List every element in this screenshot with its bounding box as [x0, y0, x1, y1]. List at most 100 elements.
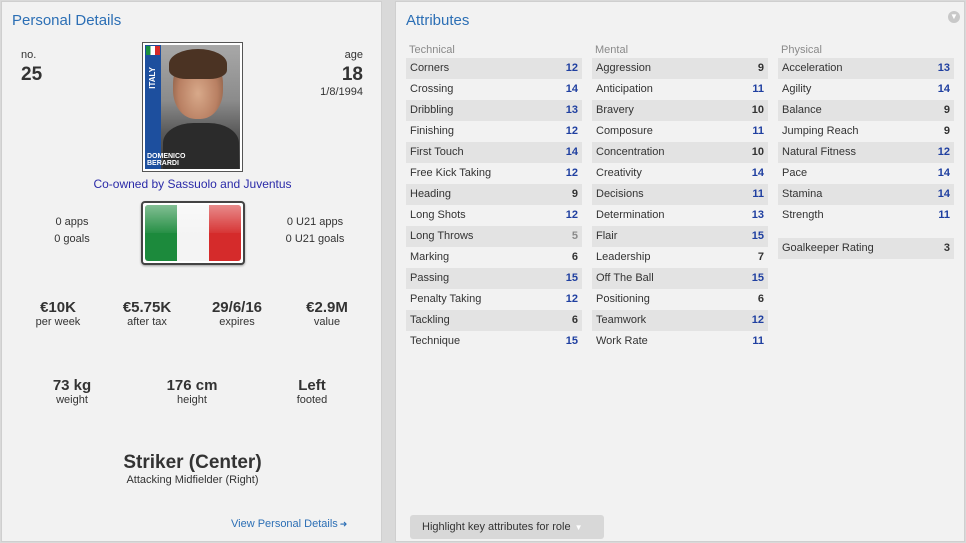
- attribute-row[interactable]: Anticipation 11: [592, 79, 768, 100]
- attribute-value: 11: [752, 188, 764, 200]
- attribute-row[interactable]: First Touch 14: [406, 142, 582, 163]
- attribute-value: 10: [751, 104, 764, 116]
- attribute-name: Composure: [596, 125, 653, 137]
- view-personal-details-link[interactable]: View Personal Details ➜: [231, 518, 347, 530]
- attribute-value: 12: [565, 62, 578, 74]
- attribute-row[interactable]: Tackling 6: [406, 310, 582, 331]
- mental-heading: Mental: [595, 44, 629, 56]
- attribute-value: 15: [751, 230, 764, 242]
- attribute-name: Tackling: [410, 314, 450, 326]
- technical-column: Technical Corners 12 Crossing 14 Dribbling 13…: [406, 42, 582, 352]
- attribute-value: 5: [571, 230, 578, 242]
- personal-details-panel: Personal Details no. 25 age 18 1/8/1994 …: [1, 1, 382, 542]
- attribute-row[interactable]: Aggression 9: [592, 58, 768, 79]
- attribute-name: Natural Fitness: [782, 146, 856, 158]
- attribute-name: Anticipation: [596, 83, 653, 95]
- goalkeeper-rating-value: 3: [943, 242, 950, 254]
- attribute-value: 11: [752, 125, 764, 137]
- secondary-position: Attacking Midfielder (Right): [126, 474, 259, 486]
- attribute-row[interactable]: Crossing 14: [406, 79, 582, 100]
- attribute-name: Determination: [596, 209, 665, 221]
- attribute-name: Creativity: [596, 167, 642, 179]
- number-label: no.: [21, 49, 37, 61]
- attribute-row[interactable]: Jumping Reach 9: [778, 121, 954, 142]
- attribute-row[interactable]: Off The Ball 15: [592, 268, 768, 289]
- attribute-value: 6: [757, 293, 764, 305]
- attribute-value: 14: [565, 146, 578, 158]
- attribute-name: Decisions: [596, 188, 644, 200]
- attribute-row[interactable]: Teamwork 12: [592, 310, 768, 331]
- physical-column: Physical Acceleration 13 Agility 14 Balance 9…: [778, 42, 954, 259]
- attribute-row[interactable]: Marking 6: [406, 247, 582, 268]
- attribute-row[interactable]: Corners 12: [406, 58, 582, 79]
- weight-stat: 73 kg weight: [52, 377, 92, 406]
- attribute-value: 7: [757, 251, 764, 263]
- attribute-value: 11: [752, 83, 764, 95]
- attribute-value: 12: [565, 125, 578, 137]
- attribute-name: First Touch: [410, 146, 464, 158]
- photo-country-label: ITALY: [148, 67, 157, 89]
- mental-column: Mental Aggression 9 Anticipation 11 Bravery 1…: [592, 42, 768, 352]
- nation-flag[interactable]: [141, 201, 245, 265]
- attribute-row[interactable]: Dribbling 13: [406, 100, 582, 121]
- attribute-value: 9: [943, 125, 950, 137]
- attribute-row[interactable]: Determination 13: [592, 205, 768, 226]
- attribute-value: 12: [565, 293, 578, 305]
- attribute-value: 12: [937, 146, 950, 158]
- number-value: 25: [21, 64, 43, 85]
- attribute-row[interactable]: Passing 15: [406, 268, 582, 289]
- physical-heading: Physical: [781, 44, 822, 56]
- attribute-row[interactable]: Strength 11: [778, 205, 954, 226]
- photo-flag-icon: [146, 46, 160, 55]
- attribute-row[interactable]: Leadership 7: [592, 247, 768, 268]
- attribute-name: Dribbling: [410, 104, 454, 116]
- attribute-row[interactable]: Flair 15: [592, 226, 768, 247]
- attribute-row[interactable]: Composure 11: [592, 121, 768, 142]
- attribute-row[interactable]: Heading 9: [406, 184, 582, 205]
- attribute-row[interactable]: Decisions 11: [592, 184, 768, 205]
- attribute-name: Pace: [782, 167, 808, 179]
- attribute-name: Acceleration: [782, 62, 843, 74]
- arrow-right-icon: ➜: [339, 519, 348, 529]
- attribute-row[interactable]: Long Shots 12: [406, 205, 582, 226]
- attribute-value: 13: [937, 62, 950, 74]
- attribute-row[interactable]: Concentration 10: [592, 142, 768, 163]
- contract-expires-stat: 29/6/16 expires: [211, 299, 263, 328]
- attribute-row[interactable]: Technique 15: [406, 331, 582, 352]
- goalkeeper-rating-row[interactable]: Goalkeeper Rating 3: [778, 238, 954, 259]
- attribute-row[interactable]: Acceleration 13: [778, 58, 954, 79]
- attribute-row[interactable]: Balance 9: [778, 100, 954, 121]
- attribute-name: Positioning: [596, 293, 650, 305]
- attribute-row[interactable]: Bravery 10: [592, 100, 768, 121]
- attribute-row[interactable]: Free Kick Taking 12: [406, 163, 582, 184]
- attribute-name: Passing: [410, 272, 450, 284]
- photo-name-caption: DOMENICO BERARDI: [147, 153, 186, 167]
- coowned-text[interactable]: Co-owned by Sassuolo and Juventus: [2, 177, 383, 191]
- attribute-name: Crossing: [410, 83, 454, 95]
- attribute-row[interactable]: Long Throws 5: [406, 226, 582, 247]
- attribute-value: 6: [571, 314, 578, 326]
- attribute-value: 14: [751, 167, 764, 179]
- attribute-row[interactable]: Finishing 12: [406, 121, 582, 142]
- attribute-row[interactable]: Stamina 14: [778, 184, 954, 205]
- goalkeeper-rating-label: Goalkeeper Rating: [782, 242, 874, 254]
- highlight-key-attributes-button[interactable]: Highlight key attributes for role ▼: [410, 515, 604, 539]
- attribute-name: Marking: [410, 251, 450, 263]
- attribute-row[interactable]: Penalty Taking 12: [406, 289, 582, 310]
- attribute-value: 14: [937, 188, 950, 200]
- attribute-value: 15: [751, 272, 764, 284]
- attribute-value: 15: [565, 335, 578, 347]
- collapse-icon[interactable]: ▼: [948, 11, 960, 23]
- attribute-value: 9: [571, 188, 578, 200]
- attribute-row[interactable]: Work Rate 11: [592, 331, 768, 352]
- attribute-row[interactable]: Positioning 6: [592, 289, 768, 310]
- attribute-row[interactable]: Pace 14: [778, 163, 954, 184]
- attribute-row[interactable]: Creativity 14: [592, 163, 768, 184]
- attribute-name: Corners: [410, 62, 450, 74]
- attribute-name: Flair: [596, 230, 618, 242]
- height-stat: 176 cm height: [166, 377, 218, 406]
- wage-stat: €10K per week: [35, 299, 81, 328]
- attribute-row[interactable]: Natural Fitness 12: [778, 142, 954, 163]
- attribute-name: Work Rate: [596, 335, 648, 347]
- attribute-row[interactable]: Agility 14: [778, 79, 954, 100]
